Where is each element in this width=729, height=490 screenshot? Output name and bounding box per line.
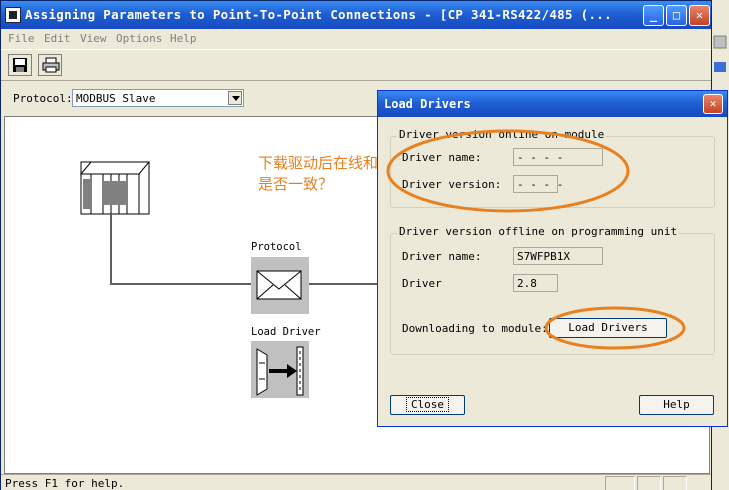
protocol-node[interactable] <box>251 257 309 314</box>
menu-view[interactable]: View <box>80 32 107 45</box>
online-name-value: - - - - <box>517 151 564 164</box>
plc-rack-icon <box>79 161 151 215</box>
minimize-button[interactable]: _ <box>643 5 664 26</box>
load-drivers-button[interactable]: Load Drivers <box>549 318 667 338</box>
chevron-down-icon[interactable] <box>228 91 242 105</box>
menu-edit[interactable]: Edit <box>44 32 71 45</box>
protocol-label: Protocol: <box>13 92 73 105</box>
dialog-title: Load Drivers <box>384 97 471 111</box>
toolbar <box>1 49 711 81</box>
load-driver-node[interactable] <box>251 341 309 398</box>
offline-name-field: S7WFPB1X <box>513 247 603 265</box>
load-drivers-dialog: Load Drivers ✕ Driver version online on … <box>377 90 728 427</box>
app-icon <box>5 7 21 23</box>
help-button[interactable]: Help <box>639 395 714 415</box>
close-button[interactable]: Close <box>390 395 465 415</box>
online-name-field: - - - - <box>513 148 603 166</box>
print-button[interactable] <box>38 54 62 76</box>
save-icon <box>13 58 27 72</box>
download-label: Downloading to module: <box>402 322 548 335</box>
status-text: Press F1 for help. <box>5 477 125 490</box>
online-version-field: - - - - <box>513 175 563 193</box>
online-version-label: Driver version: <box>402 178 502 191</box>
menu-file[interactable]: File <box>8 32 35 45</box>
offline-version-value: 2.8 <box>517 277 537 290</box>
dialog-close-icon[interactable]: ✕ <box>703 94 723 114</box>
online-group-title: Driver version online on module <box>397 128 607 141</box>
online-version-value: - - - - <box>517 178 564 191</box>
offline-name-label: Driver name: <box>402 250 482 263</box>
load-driver-icon <box>256 346 304 396</box>
protocol-node-label: Protocol <box>251 241 302 253</box>
envelope-icon <box>256 270 302 300</box>
status-cell-1 <box>605 476 635 490</box>
close-button-label: Close <box>405 397 450 412</box>
protocol-select[interactable]: MODBUS Slave <box>72 89 244 107</box>
status-cell-2 <box>637 476 661 490</box>
annotation-line-2: 是否一致？ <box>258 175 334 193</box>
maximize-button[interactable]: □ <box>666 5 687 26</box>
window-close-button[interactable]: ✕ <box>689 5 710 26</box>
dialog-titlebar[interactable]: Load Drivers ✕ <box>378 91 727 117</box>
offline-version-label: Driver <box>402 277 442 290</box>
save-button[interactable] <box>8 54 32 76</box>
protocol-select-value: MODBUS Slave <box>76 92 156 105</box>
offline-group-title: Driver version offline on programming un… <box>397 225 680 238</box>
online-name-label: Driver name: <box>402 151 482 164</box>
printer-icon <box>42 57 60 73</box>
status-cell-3 <box>663 476 687 490</box>
offline-version-field: 2.8 <box>513 274 558 292</box>
offline-name-value: S7WFPB1X <box>517 250 570 263</box>
status-bar: Press F1 for help. <box>1 474 711 490</box>
menu-options[interactable]: Options <box>116 32 162 45</box>
main-titlebar[interactable]: Assigning Parameters to Point-To-Point C… <box>1 1 711 29</box>
menu-help[interactable]: Help <box>170 32 197 45</box>
load-driver-node-label: Load Driver <box>251 326 321 338</box>
menu-bar: File Edit View Options Help <box>1 29 711 49</box>
window-title: Assigning Parameters to Point-To-Point C… <box>25 7 612 22</box>
online-version-group <box>390 136 715 208</box>
